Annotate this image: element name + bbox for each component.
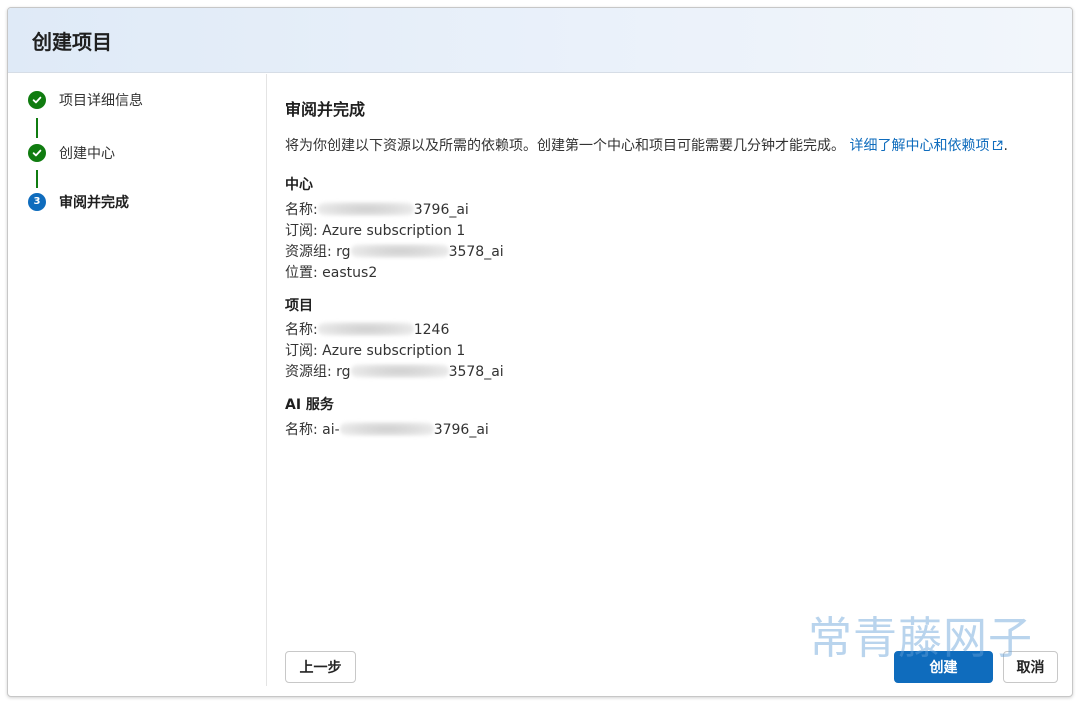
project-section-title: 项目 — [285, 298, 313, 314]
project-name: 名称: 1246 — [285, 322, 450, 338]
step-connector — [36, 170, 38, 188]
step-project-details[interactable]: 项目详细信息 — [28, 88, 263, 112]
step-label: 项目详细信息 — [59, 93, 143, 109]
hub-subscription: 订阅: Azure subscription 1 — [285, 223, 466, 239]
redacted-value — [317, 322, 414, 336]
dialog-header: 创建项目 — [8, 8, 1072, 73]
redacted-value — [317, 202, 414, 216]
redacted-value — [350, 244, 449, 258]
step-create-hub[interactable]: 创建中心 — [28, 141, 263, 165]
step-number-icon: 3 — [28, 193, 46, 211]
step-connector — [36, 118, 38, 138]
checkmark-circle-icon — [28, 144, 46, 162]
project-resource-group: 资源组: rg 3578_ai — [285, 364, 504, 380]
create-project-dialog: 创建项目 项目详细信息 创建中心 3 审阅并完成 审阅并完成 将为你创建以下资源… — [7, 7, 1073, 697]
checkmark-circle-icon — [28, 91, 46, 109]
create-button[interactable]: 创建 — [894, 651, 993, 683]
hub-name: 名称: 3796_ai — [285, 202, 469, 218]
ai-service-section-title: AI 服务 — [285, 397, 334, 413]
step-review-finish[interactable]: 3 审阅并完成 — [28, 190, 263, 214]
intro-text: 将为你创建以下资源以及所需的依赖项。创建第一个中心和项目可能需要几分钟才能完成。… — [285, 138, 1008, 154]
project-subscription: 订阅: Azure subscription 1 — [285, 343, 466, 359]
panel-divider — [266, 74, 267, 686]
redacted-value — [350, 364, 449, 378]
open-external-icon — [992, 139, 1003, 155]
learn-more-link[interactable]: 详细了解中心和依赖项 — [849, 138, 1003, 154]
hub-resource-group: 资源组: rg 3578_ai — [285, 244, 504, 260]
step-label: 审阅并完成 — [59, 195, 129, 211]
dialog-title: 创建项目 — [32, 30, 112, 54]
hub-section-title: 中心 — [285, 177, 313, 193]
step-label: 创建中心 — [59, 146, 115, 162]
cancel-button[interactable]: 取消 — [1003, 651, 1058, 683]
hub-location: 位置: eastus2 — [285, 265, 378, 281]
section-title: 审阅并完成 — [285, 100, 366, 119]
redacted-value — [339, 422, 434, 436]
ai-service-name: 名称: ai- 3796_ai — [285, 422, 489, 438]
back-button[interactable]: 上一步 — [285, 651, 356, 683]
